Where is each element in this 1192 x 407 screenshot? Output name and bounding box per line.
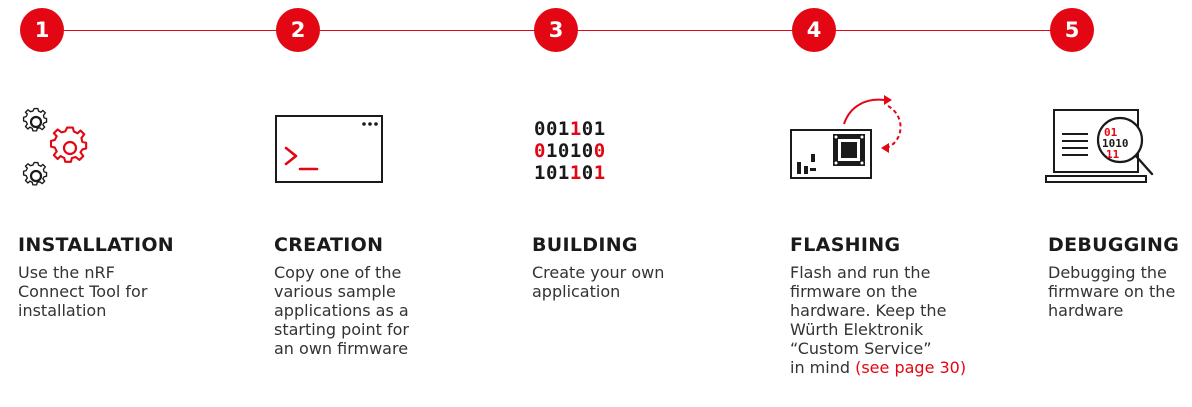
step-title-installation: INSTALLATION bbox=[18, 234, 174, 256]
step-description-flashing: Flash and run the firmware on the hardwa… bbox=[790, 263, 967, 377]
page-reference-link[interactable]: (see page 30) bbox=[855, 358, 966, 377]
step-title-flashing: FLASHING bbox=[790, 234, 901, 256]
step-title-debugging: DEBUGGING bbox=[1048, 234, 1180, 256]
step-description-debugging: Debugging the firmware on the hardware bbox=[1048, 263, 1176, 320]
step-number-5: 5 bbox=[1050, 8, 1094, 52]
step-connector bbox=[64, 30, 282, 31]
step-connector bbox=[836, 30, 1054, 31]
step-title-creation: CREATION bbox=[274, 234, 384, 256]
laptop-magnifier-icon: 01 1010 11 bbox=[1045, 109, 1154, 183]
gears-icon bbox=[22, 107, 88, 186]
step-description-building: Create your own application bbox=[532, 263, 665, 301]
step-number-2: 2 bbox=[276, 8, 320, 52]
svg-text:11: 11 bbox=[1106, 148, 1120, 161]
step-number-1: 1 bbox=[20, 8, 64, 52]
step-number-4: 4 bbox=[792, 8, 836, 52]
step-connector bbox=[578, 30, 796, 31]
binary-code-icon: 001101 010100 101101 bbox=[534, 118, 606, 184]
terminal-window-icon bbox=[275, 115, 383, 183]
step-description-creation: Copy one of the various sample applicati… bbox=[274, 263, 409, 358]
step-title-building: BUILDING bbox=[532, 234, 638, 256]
step-connector bbox=[320, 30, 538, 31]
step-number-3: 3 bbox=[534, 8, 578, 52]
step-description-installation: Use the nRF Connect Tool for installatio… bbox=[18, 263, 148, 320]
flash-board-icon bbox=[790, 95, 902, 179]
